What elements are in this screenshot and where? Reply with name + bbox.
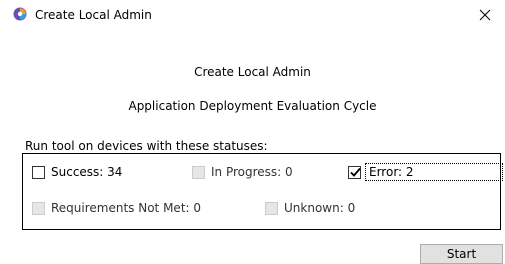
success-checkbox[interactable]: Success: 34 [32,163,122,181]
requirements-not-met-checkbox[interactable]: Requirements Not Met: 0 [32,199,201,217]
unknown-checkbox-label: Unknown: 0 [284,201,356,215]
checkmark-icon [350,167,361,177]
in-progress-checkbox[interactable]: In Progress: 0 [192,163,293,181]
in-progress-checkbox-label: In Progress: 0 [211,165,293,179]
title-bar[interactable]: Create Local Admin [0,0,505,30]
error-checkbox-box[interactable] [348,165,361,179]
in-progress-checkbox-box[interactable] [192,165,205,179]
window-title: Create Local Admin [35,8,152,22]
start-button[interactable]: Start [420,244,503,264]
app-logo-icon [13,7,27,21]
dialog-window: Create Local Admin Create Local Admin Ap… [0,0,505,264]
dialog-subheading: Application Deployment Evaluation Cycle [128,99,377,113]
dialog-heading: Create Local Admin [194,65,311,79]
status-prompt-label: Run tool on devices with these statuses: [25,139,268,153]
unknown-checkbox-box[interactable] [265,201,278,215]
unknown-checkbox[interactable]: Unknown: 0 [265,199,355,217]
close-icon [479,9,491,21]
success-checkbox-label: Success: 34 [51,165,123,179]
error-focus-rect: Error: 2 [365,163,503,181]
requirements-not-met-checkbox-box[interactable] [32,201,45,215]
status-group-box: Success: 34 In Progress: 0 Error: 2 Requ… [22,153,503,230]
error-checkbox[interactable]: Error: 2 [348,163,503,181]
close-button[interactable] [465,0,505,30]
error-checkbox-label: Error: 2 [369,165,414,179]
success-checkbox-box[interactable] [32,165,45,179]
requirements-not-met-checkbox-label: Requirements Not Met: 0 [51,201,202,215]
